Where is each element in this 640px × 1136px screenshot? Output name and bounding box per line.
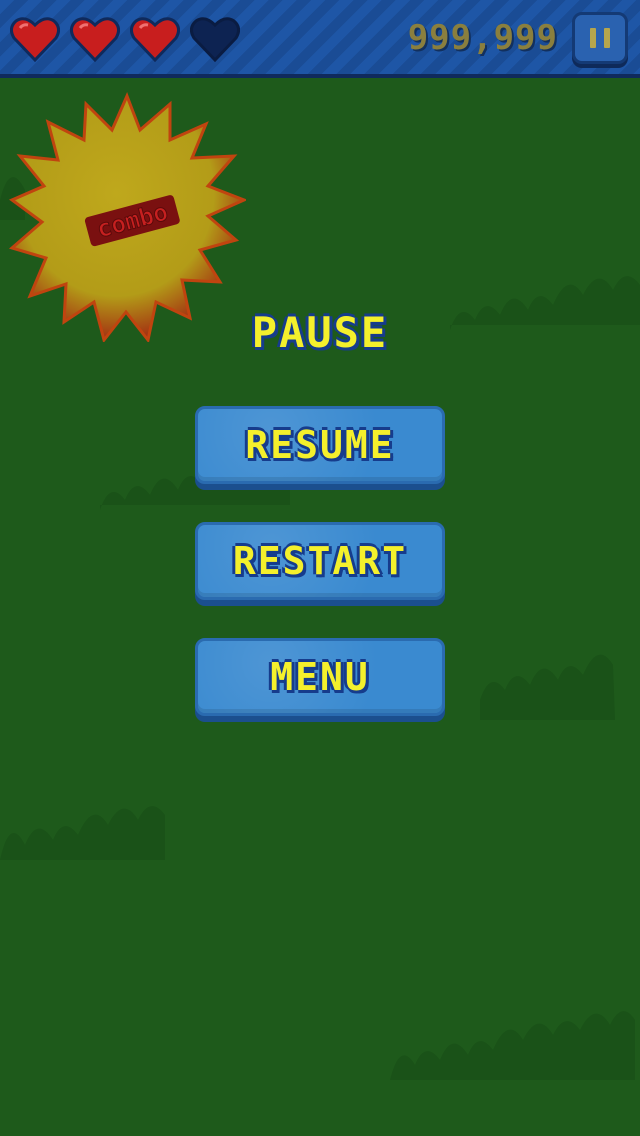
pause-icon-bar	[604, 28, 610, 48]
score-counter: 999,999	[407, 18, 558, 58]
lives-hearts	[10, 16, 240, 62]
pause-icon	[590, 28, 596, 48]
menu-button[interactable]: MENU	[195, 638, 445, 716]
restart-button[interactable]: RESTART	[195, 522, 445, 600]
heart-full-icon	[130, 16, 180, 62]
menu-button-label: MENU	[270, 655, 370, 699]
pause-title: PAUSE	[251, 308, 389, 357]
pause-button[interactable]	[572, 12, 628, 64]
heart-full-icon	[10, 16, 60, 62]
heart-full-icon	[70, 16, 120, 62]
heart-empty-icon	[190, 16, 240, 62]
hud-bar: 999,999	[0, 0, 640, 78]
resume-button[interactable]: RESUME	[195, 406, 445, 484]
restart-button-label: RESTART	[232, 539, 408, 583]
combo-badge: combo	[8, 92, 246, 342]
resume-button-label: RESUME	[245, 423, 395, 467]
